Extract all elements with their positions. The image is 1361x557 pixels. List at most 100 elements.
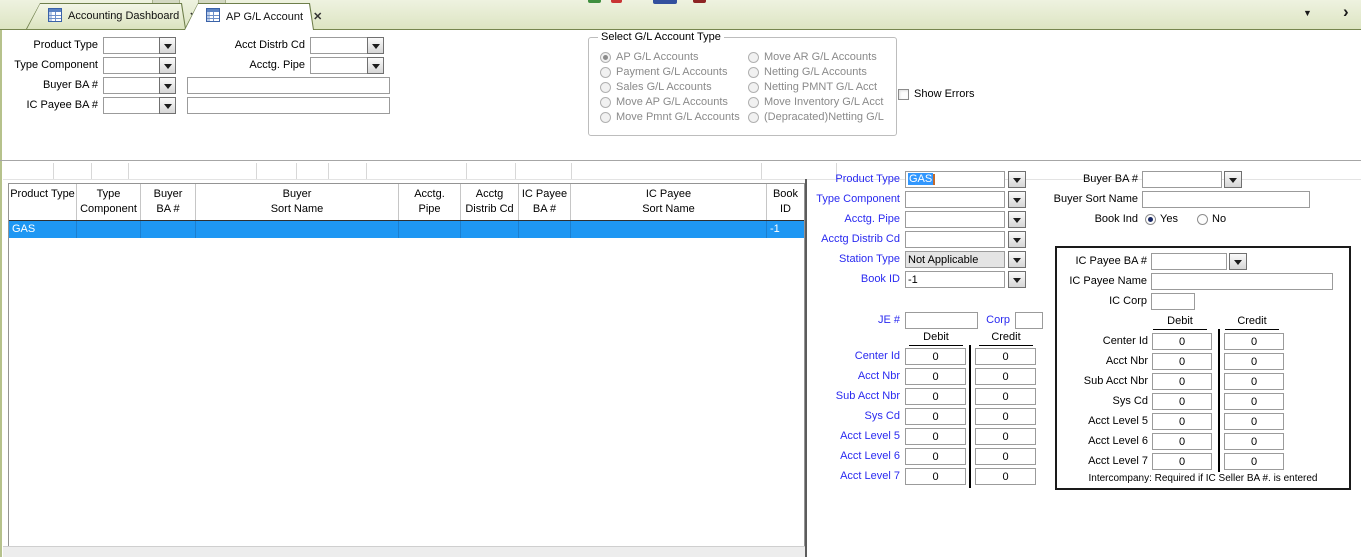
ic-acct-nbr-credit-field[interactable] xyxy=(1224,353,1284,370)
radio-payment-gl-accounts[interactable] xyxy=(600,67,611,78)
ic-acct-level-7-credit-field[interactable] xyxy=(1224,453,1284,470)
gl-row-label: Acct Level 6 xyxy=(740,448,900,465)
ic-center-id-debit-field[interactable] xyxy=(1152,333,1212,350)
detail-station-type-select[interactable] xyxy=(905,251,1005,268)
radio-move-ar-gl-accounts[interactable] xyxy=(748,52,759,63)
column-header[interactable]: Product Type xyxy=(9,184,77,220)
ic-debit-credit-separator xyxy=(1218,329,1220,472)
type-component-dropdown-arrow[interactable] xyxy=(159,57,176,74)
ic-corp-field[interactable] xyxy=(1151,293,1195,310)
tab-overflow-next-icon[interactable]: › xyxy=(1343,2,1349,22)
ic-acct-level-5-credit-field[interactable] xyxy=(1224,413,1284,430)
buyer-ba-select[interactable] xyxy=(103,77,160,94)
table-row-selected[interactable]: GAS -1 xyxy=(9,221,804,238)
center-id-credit-field[interactable] xyxy=(975,348,1036,365)
tab-accounting-dashboard[interactable]: Accounting Dashboard ✕ xyxy=(26,3,186,29)
detail-type-component-select[interactable] xyxy=(905,191,1005,208)
acct-distrb-cd-select[interactable] xyxy=(310,37,368,54)
tab-close-icon[interactable]: ✕ xyxy=(313,10,322,23)
buyer-ba-name-field[interactable] xyxy=(187,77,390,94)
tab-ap-gl-account[interactable]: AP G/L Account ✕ xyxy=(184,3,314,30)
radio-ap-gl-accounts[interactable] xyxy=(600,52,611,63)
radio-netting-pmnt-gl-acct[interactable] xyxy=(748,82,759,93)
buyer-sort-name-field[interactable] xyxy=(1142,191,1310,208)
buyer-ba-dropdown-arrow[interactable] xyxy=(159,77,176,94)
detail-acctg-distrib-cd-dropdown-arrow[interactable] xyxy=(1008,231,1026,248)
ic-payee-ba-name-field[interactable] xyxy=(187,97,390,114)
ic-acct-level-5-debit-field[interactable] xyxy=(1152,413,1212,430)
radio-move-pmnt-gl-accounts[interactable] xyxy=(600,112,611,123)
buyer-ba-detail-select[interactable] xyxy=(1142,171,1222,188)
ic-acct-level-7-debit-field[interactable] xyxy=(1152,453,1212,470)
column-header[interactable]: TypeComponent xyxy=(77,184,141,220)
buyer-ba-detail-dropdown-arrow[interactable] xyxy=(1224,171,1242,188)
detail-product-type-dropdown-arrow[interactable] xyxy=(1008,171,1026,188)
acct-distrb-cd-label: Acct Distrb Cd xyxy=(200,37,305,54)
radio-sales-gl-accounts[interactable] xyxy=(600,82,611,93)
column-header[interactable]: IC PayeeBA # xyxy=(519,184,571,220)
radio-move-inventory-gl-acct[interactable] xyxy=(748,97,759,108)
ic-acct-nbr-debit-field[interactable] xyxy=(1152,353,1212,370)
detail-acctg-pipe-select[interactable] xyxy=(905,211,1005,228)
ic-sub-acct-nbr-credit-field[interactable] xyxy=(1224,373,1284,390)
detail-acctg-pipe-dropdown-arrow[interactable] xyxy=(1008,211,1026,228)
ic-sub-acct-nbr-debit-field[interactable] xyxy=(1152,373,1212,390)
sub-acct-nbr-debit-field[interactable] xyxy=(905,388,966,405)
radio-deprecated-netting-gl[interactable] xyxy=(748,112,759,123)
show-errors-checkbox[interactable] xyxy=(898,89,909,100)
column-header[interactable]: BuyerBA # xyxy=(141,184,196,220)
ic-payee-ba-dropdown-arrow[interactable] xyxy=(159,97,176,114)
radio-netting-gl-accounts[interactable] xyxy=(748,67,759,78)
ic-sys-cd-credit-field[interactable] xyxy=(1224,393,1284,410)
book-ind-yes-radio[interactable] xyxy=(1145,214,1156,225)
product-type-dropdown-arrow[interactable] xyxy=(159,37,176,54)
ic-payee-ba-detail-dropdown-arrow[interactable] xyxy=(1229,253,1247,270)
book-ind-no-radio[interactable] xyxy=(1197,214,1208,225)
gl-row-label: Acct Level 5 xyxy=(740,428,900,445)
toolbar-icon-sliver xyxy=(611,0,622,3)
acctg-pipe-dropdown-arrow[interactable] xyxy=(367,57,384,74)
sys-cd-credit-field[interactable] xyxy=(975,408,1036,425)
ic-center-id-credit-field[interactable] xyxy=(1224,333,1284,350)
column-header[interactable]: BuyerSort Name xyxy=(196,184,399,220)
acct-level-7-credit-field[interactable] xyxy=(975,468,1036,485)
product-type-select[interactable] xyxy=(103,37,160,54)
detail-product-type-select[interactable]: GAS xyxy=(905,171,1005,188)
gl-account-table[interactable]: Product Type TypeComponent BuyerBA # Buy… xyxy=(8,183,805,546)
sub-acct-nbr-credit-field[interactable] xyxy=(975,388,1036,405)
acct-nbr-credit-field[interactable] xyxy=(975,368,1036,385)
acct-level-7-debit-field[interactable] xyxy=(905,468,966,485)
acct-level-5-credit-field[interactable] xyxy=(975,428,1036,445)
column-header[interactable]: Acctg.Pipe xyxy=(399,184,461,220)
detail-type-component-dropdown-arrow[interactable] xyxy=(1008,191,1026,208)
radio-move-ap-gl-accounts[interactable] xyxy=(600,97,611,108)
detail-station-type-dropdown-arrow[interactable] xyxy=(1008,251,1026,268)
acct-distrb-cd-dropdown-arrow[interactable] xyxy=(367,37,384,54)
corp-field[interactable] xyxy=(1015,312,1043,329)
center-id-debit-field[interactable] xyxy=(905,348,966,365)
cell-ic-payee-sort-name xyxy=(571,221,767,238)
ic-acct-level-6-debit-field[interactable] xyxy=(1152,433,1212,450)
acct-level-6-credit-field[interactable] xyxy=(975,448,1036,465)
radio-label: Move Pmnt G/L Accounts xyxy=(616,109,756,126)
detail-book-id-select[interactable] xyxy=(905,271,1005,288)
ic-payee-ba-detail-select[interactable] xyxy=(1151,253,1227,270)
tab-overflow-dropdown-icon[interactable]: ▼ xyxy=(1303,8,1312,18)
acct-level-5-debit-field[interactable] xyxy=(905,428,966,445)
table-bottom-scroll-area[interactable] xyxy=(3,546,805,557)
acctg-pipe-select[interactable] xyxy=(310,57,368,74)
column-header[interactable]: AcctgDistrib Cd xyxy=(461,184,519,220)
column-header[interactable]: IC PayeeSort Name xyxy=(571,184,767,220)
ic-sys-cd-debit-field[interactable] xyxy=(1152,393,1212,410)
ic-payee-ba-select[interactable] xyxy=(103,97,160,114)
sys-cd-debit-field[interactable] xyxy=(905,408,966,425)
type-component-select[interactable] xyxy=(103,57,160,74)
detail-acctg-distrib-cd-select[interactable] xyxy=(905,231,1005,248)
ic-corp-label: IC Corp xyxy=(1057,293,1147,310)
detail-book-id-dropdown-arrow[interactable] xyxy=(1008,271,1026,288)
ic-acct-level-6-credit-field[interactable] xyxy=(1224,433,1284,450)
acct-level-6-debit-field[interactable] xyxy=(905,448,966,465)
buyer-sort-name-label: Buyer Sort Name xyxy=(1040,191,1138,208)
ic-payee-name-field[interactable] xyxy=(1151,273,1333,290)
acct-nbr-debit-field[interactable] xyxy=(905,368,966,385)
